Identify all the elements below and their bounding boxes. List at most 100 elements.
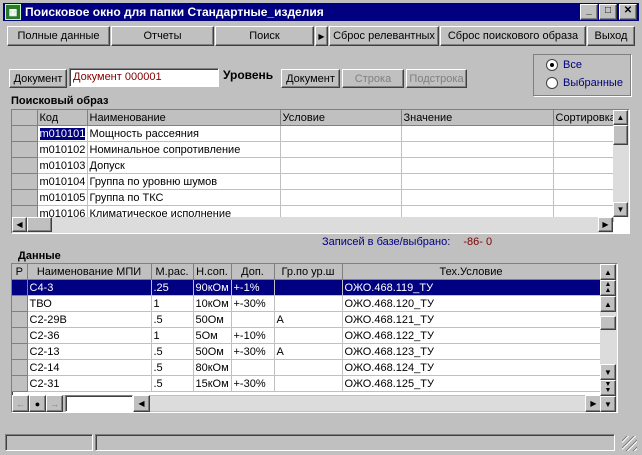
data-row[interactable]: С2-31.5 15кОм +-30% ОЖО.468.125_ТУ <box>12 375 601 392</box>
level-row-button[interactable]: Строка <box>342 69 404 88</box>
header-code[interactable]: Код <box>37 110 88 126</box>
noise-group-cell[interactable]: А <box>274 311 343 328</box>
name-cell[interactable]: Группа по уровню шумов <box>87 173 281 190</box>
radio-all[interactable]: Все <box>546 59 582 71</box>
level-document-button[interactable]: Документ <box>281 69 340 88</box>
document-field[interactable]: Документ 000001 <box>69 68 219 87</box>
tech-condition-cell[interactable]: ОЖО.468.124_ТУ <box>342 359 601 376</box>
code-cell[interactable]: m010103 <box>37 157 88 174</box>
data-row[interactable]: С2-36 1 5Ом +-10% ОЖО.468.122_ТУ <box>12 327 601 344</box>
tech-condition-cell[interactable]: ОЖО.468.119_ТУ <box>342 279 601 296</box>
header-r[interactable]: Р <box>12 264 28 280</box>
noise-group-cell[interactable] <box>274 279 343 296</box>
sort-cell[interactable] <box>553 173 614 190</box>
level-subrow-button[interactable]: Подстрока <box>406 69 467 88</box>
tolerance-cell[interactable] <box>231 311 275 328</box>
nav-record-input[interactable] <box>65 395 133 412</box>
condition-cell[interactable] <box>280 189 402 206</box>
value-cell[interactable] <box>401 173 554 190</box>
tech-condition-cell[interactable]: ОЖО.468.123_ТУ <box>342 343 601 360</box>
mpi-name-cell[interactable]: С2-14 <box>27 359 152 376</box>
sort-cell[interactable] <box>553 141 614 158</box>
name-cell[interactable]: Мощность рассеяния <box>87 125 281 142</box>
tech-condition-cell[interactable]: ОЖО.468.122_ТУ <box>342 327 601 344</box>
resize-grip-icon[interactable] <box>622 436 637 451</box>
hscroll-left-arrow-icon[interactable]: ◀ <box>133 395 150 412</box>
nav-prev-icon[interactable]: ← <box>12 395 29 412</box>
tolerance-cell[interactable]: +-30% <box>231 375 275 392</box>
data-row[interactable]: С2-13.5 50Ом +-30% А ОЖО.468.123_ТУ <box>12 343 601 360</box>
scroll-up-arrow-icon[interactable]: ▲ <box>613 110 628 125</box>
scroll-bottom-icon[interactable]: ▼ <box>600 396 616 412</box>
header-resistance[interactable]: Н.соп. <box>193 264 232 280</box>
noise-group-cell[interactable] <box>274 327 343 344</box>
resistance-cell[interactable]: 50Ом <box>193 311 232 328</box>
resistance-cell[interactable]: 15кОм <box>193 375 232 392</box>
noise-group-cell[interactable] <box>274 359 343 376</box>
search-button[interactable]: Поиск <box>215 26 314 46</box>
header-condition[interactable]: Условие <box>280 110 402 126</box>
scroll-down-arrow-icon[interactable]: ▼ <box>600 364 616 380</box>
exit-button[interactable]: Выход <box>587 26 635 46</box>
mpi-name-cell[interactable]: С2-36 <box>27 327 152 344</box>
code-cell[interactable]: m010101 <box>37 125 88 142</box>
power-cell[interactable]: .5 <box>151 359 194 376</box>
header-sort[interactable]: Сортировка <box>553 110 614 126</box>
header-noise-group[interactable]: Гр.по ур.ш <box>274 264 343 280</box>
maximize-button[interactable]: □ <box>599 4 617 20</box>
sort-cell[interactable] <box>553 125 614 142</box>
condition-cell[interactable] <box>280 173 402 190</box>
scroll-thumb[interactable] <box>600 316 616 330</box>
tolerance-cell[interactable]: +-30% <box>231 343 275 360</box>
scroll-top-icon[interactable]: ▲ <box>600 264 616 280</box>
tech-condition-cell[interactable]: ОЖО.468.125_ТУ <box>342 375 601 392</box>
tolerance-cell[interactable]: +-30% <box>231 295 275 312</box>
name-cell[interactable]: Допуск <box>87 157 281 174</box>
condition-cell[interactable] <box>280 141 402 158</box>
data-vscroll[interactable]: ▲ ▲ ▲ ▲ ▼ ▼ ▼ ▼ <box>600 264 617 412</box>
search-image-row[interactable]: m010105 Группа по ТКС <box>12 189 614 206</box>
resistance-cell[interactable]: 90кОм <box>193 279 232 296</box>
data-row[interactable]: С4-3.25 90кОм +-1% ОЖО.468.119_ТУ <box>12 279 601 296</box>
value-cell[interactable] <box>401 141 554 158</box>
name-cell[interactable]: Группа по ТКС <box>87 189 281 206</box>
tolerance-cell[interactable] <box>231 359 275 376</box>
search-image-row[interactable]: m010103 Допуск <box>12 157 614 174</box>
mpi-name-cell[interactable]: С4-3 <box>27 279 152 296</box>
mpi-name-cell[interactable]: ТВО <box>27 295 152 312</box>
mpi-name-cell[interactable]: С2-29В <box>27 311 152 328</box>
scroll-thumb[interactable] <box>613 125 628 145</box>
header-value[interactable]: Значение <box>401 110 554 126</box>
search-image-row[interactable]: m010101 Мощность рассеяния <box>12 125 614 142</box>
tolerance-cell[interactable]: +-1% <box>231 279 275 296</box>
full-data-button[interactable]: Полные данные <box>7 26 110 46</box>
header-power[interactable]: М.рас. <box>151 264 194 280</box>
data-row[interactable]: ТВО 1 10кОм +-30% ОЖО.468.120_ТУ <box>12 295 601 312</box>
reports-button[interactable]: Отчеты <box>111 26 214 46</box>
toolbar-arrow-button[interactable]: ▶ <box>315 26 328 46</box>
noise-group-cell[interactable]: А <box>274 343 343 360</box>
power-cell[interactable]: .5 <box>151 375 194 392</box>
mpi-name-cell[interactable]: С2-13 <box>27 343 152 360</box>
scroll-left-arrow-icon[interactable]: ◀ <box>12 217 27 232</box>
scroll-right-arrow-icon[interactable]: ▶ <box>598 217 613 232</box>
code-cell[interactable]: m010105 <box>37 189 88 206</box>
resistance-cell[interactable]: 5Ом <box>193 327 232 344</box>
noise-group-cell[interactable] <box>274 295 343 312</box>
code-cell[interactable]: m010104 <box>37 173 88 190</box>
power-cell[interactable]: .5 <box>151 343 194 360</box>
sort-cell[interactable] <box>553 157 614 174</box>
scroll-down-arrow-icon[interactable]: ▼ <box>613 202 628 217</box>
scroll-thumb[interactable] <box>27 217 52 232</box>
header-name[interactable]: Наименование <box>87 110 281 126</box>
close-button[interactable]: ✕ <box>619 4 637 20</box>
value-cell[interactable] <box>401 125 554 142</box>
name-cell[interactable]: Номинальное сопротивление <box>87 141 281 158</box>
tech-condition-cell[interactable]: ОЖО.468.121_ТУ <box>342 311 601 328</box>
nav-current-icon[interactable]: ● <box>29 395 46 412</box>
header-tolerance[interactable]: Доп. <box>231 264 275 280</box>
data-row[interactable]: С2-29В .5 50Ом А ОЖО.468.121_ТУ <box>12 311 601 328</box>
scroll-page-up-icon[interactable]: ▲ ▲ <box>600 280 616 296</box>
resistance-cell[interactable]: 50Ом <box>193 343 232 360</box>
mpi-name-cell[interactable]: С2-31 <box>27 375 152 392</box>
